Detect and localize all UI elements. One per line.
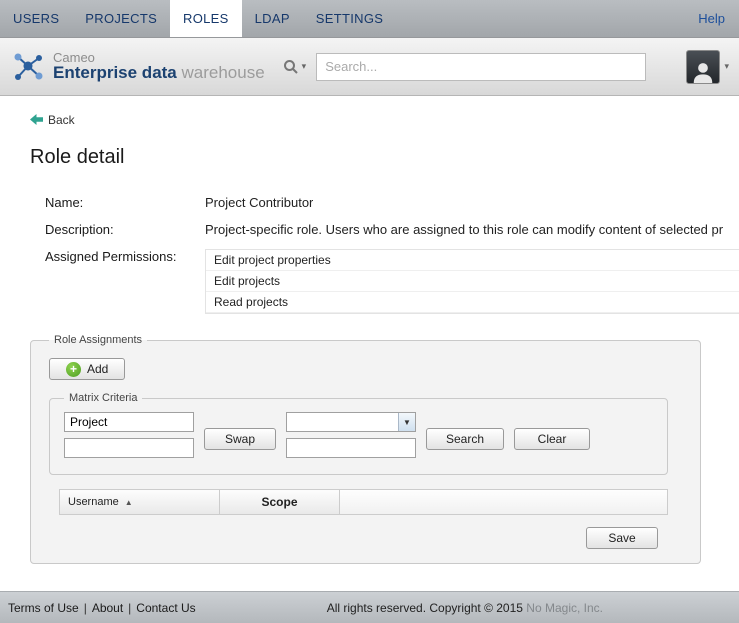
brand-text: Cameo Enterprise data warehouse <box>53 51 265 82</box>
help-link[interactable]: Help <box>684 0 739 37</box>
assignments-table-header: Username ▲ Scope <box>59 489 668 515</box>
role-assignments-section: Role Assignments + Add Matrix Criteria S… <box>30 334 701 564</box>
copyright-main: All rights reserved. Copyright © 2015 <box>327 601 527 615</box>
criteria-right-column: ▼ <box>286 412 416 458</box>
search-input[interactable] <box>316 53 646 81</box>
company-name: No Magic, Inc. <box>526 601 603 615</box>
name-label: Name: <box>45 195 205 210</box>
search-button[interactable]: Search <box>426 428 504 450</box>
brand-product-bold: Enterprise data <box>53 63 177 82</box>
criteria-input-1[interactable] <box>64 412 194 432</box>
select-dropdown-icon[interactable]: ▼ <box>398 413 415 431</box>
username-column-label: Username <box>68 496 119 508</box>
description-value: Project-specific role. Users who are ass… <box>205 222 723 237</box>
tab-users[interactable]: USERS <box>0 0 72 37</box>
avatar[interactable] <box>686 50 720 84</box>
user-silhouette-icon <box>691 61 715 83</box>
matrix-criteria-legend: Matrix Criteria <box>64 392 142 404</box>
footer-separator: | <box>128 601 131 615</box>
description-label: Description: <box>45 222 205 237</box>
column-header-username[interactable]: Username ▲ <box>60 490 220 514</box>
search-icon <box>283 59 299 75</box>
user-menu[interactable]: ▾ <box>686 50 729 84</box>
permission-item[interactable]: Read projects <box>206 292 739 313</box>
brand-product-light: warehouse <box>182 63 265 82</box>
criteria-input-2[interactable] <box>64 438 194 458</box>
tab-ldap[interactable]: LDAP <box>242 0 303 37</box>
main-content: Back Role detail Name: Project Contribut… <box>0 96 739 564</box>
permissions-row: Assigned Permissions: Edit project prope… <box>45 249 739 314</box>
sort-asc-icon: ▲ <box>125 498 133 507</box>
brand-name: Cameo <box>53 51 265 65</box>
add-button[interactable]: + Add <box>49 358 125 380</box>
footer: Terms of Use | About | Contact Us All ri… <box>0 591 739 623</box>
save-row: Save <box>49 527 682 549</box>
cameo-logo-icon <box>10 50 46 84</box>
add-plus-icon: + <box>66 362 81 377</box>
search-options-chevron-icon: ▾ <box>302 61 307 72</box>
footer-separator: | <box>84 601 87 615</box>
permission-item[interactable]: Edit projects <box>206 271 739 292</box>
criteria-input-3[interactable] <box>286 438 416 458</box>
matrix-criteria-grid: Swap ▼ Search Clear <box>64 412 653 458</box>
description-row: Description: Project-specific role. User… <box>45 222 739 237</box>
criteria-select[interactable]: ▼ <box>286 412 416 432</box>
permissions-label: Assigned Permissions: <box>45 249 205 264</box>
user-menu-chevron-icon: ▾ <box>724 61 729 72</box>
page-title: Role detail <box>30 146 739 169</box>
permission-item[interactable]: Edit project properties <box>206 250 739 271</box>
terms-of-use-link[interactable]: Terms of Use <box>8 601 79 615</box>
add-button-label: Add <box>87 362 108 376</box>
column-header-scope[interactable]: Scope <box>220 490 340 514</box>
brand-logo: Cameo Enterprise data warehouse <box>10 50 265 84</box>
contact-us-link[interactable]: Contact Us <box>136 601 195 615</box>
save-button[interactable]: Save <box>586 527 658 549</box>
back-label: Back <box>48 113 75 127</box>
about-link[interactable]: About <box>92 601 123 615</box>
tab-settings[interactable]: SETTINGS <box>303 0 396 37</box>
role-assignments-legend: Role Assignments <box>49 334 147 346</box>
column-header-filler <box>340 490 667 514</box>
matrix-criteria-section: Matrix Criteria Swap ▼ Search Clear <box>49 392 668 475</box>
tab-projects[interactable]: PROJECTS <box>72 0 170 37</box>
search-scope-control[interactable]: ▾ <box>283 59 307 75</box>
back-arrow-icon <box>30 114 43 125</box>
clear-button[interactable]: Clear <box>514 428 590 450</box>
brand-product: Enterprise data warehouse <box>53 64 265 82</box>
back-link[interactable]: Back <box>30 113 75 127</box>
app-header: Cameo Enterprise data warehouse ▾ ▾ <box>0 38 739 96</box>
permissions-list: Edit project properties Edit projects Re… <box>205 249 739 314</box>
name-row: Name: Project Contributor <box>45 195 739 210</box>
top-nav: USERS PROJECTS ROLES LDAP SETTINGS Help <box>0 0 739 38</box>
tab-roles[interactable]: ROLES <box>170 0 242 37</box>
criteria-left-column <box>64 412 194 458</box>
name-value: Project Contributor <box>205 195 313 210</box>
copyright-text: All rights reserved. Copyright © 2015 No… <box>327 601 603 615</box>
swap-button[interactable]: Swap <box>204 428 276 450</box>
